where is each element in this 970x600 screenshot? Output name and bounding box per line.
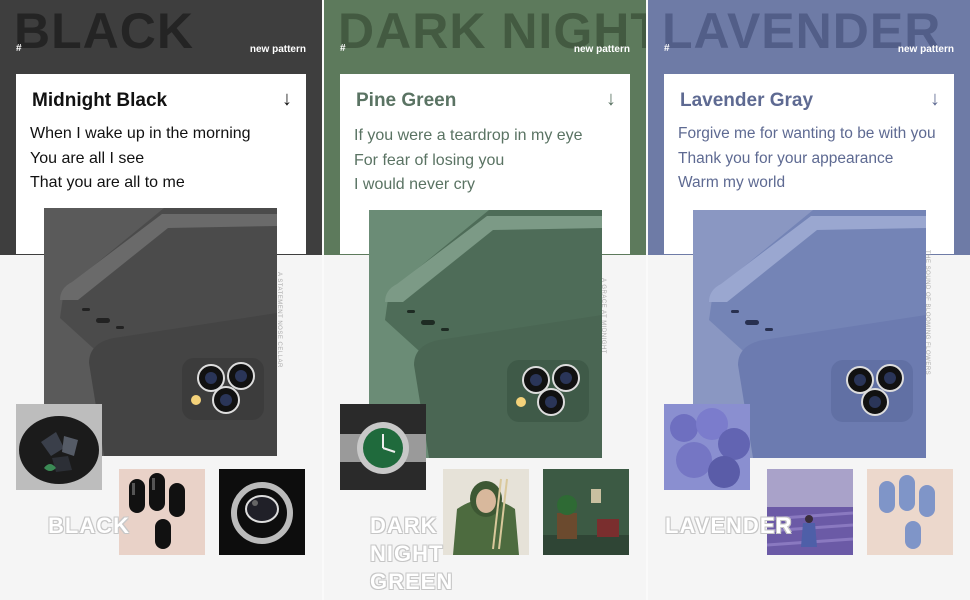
ring-image [219, 469, 305, 555]
color-word: BLACK [48, 512, 130, 540]
thumb-green-watch [340, 404, 426, 490]
color-title: Lavender Gray [680, 90, 814, 111]
new-pattern-label: new pattern [573, 44, 630, 55]
lyrics: When I wake up in the morning You are al… [30, 122, 251, 196]
lyric-line: Warm my world [678, 174, 786, 191]
nails-image [119, 469, 205, 555]
panel-midnight-black: BLACK # new pattern Midnight Black ↓ Whe… [0, 0, 322, 600]
new-pattern-label: new pattern [897, 44, 954, 55]
room-image [543, 469, 629, 555]
color-word: DARK NIGHT GREEN [370, 512, 453, 596]
new-pattern-label: new pattern [249, 44, 306, 55]
lyric-line: If you were a teardrop in my eye [354, 127, 583, 144]
hoodie-image [443, 469, 529, 555]
thumb-black-nails [119, 469, 205, 555]
down-arrow-icon: ↓ [606, 88, 616, 110]
thumb-black-crystals [16, 404, 102, 490]
thumb-green-room [543, 469, 629, 555]
thumb-green-hoodie [443, 469, 529, 555]
hash-mark: # [340, 43, 346, 54]
lyrics: If you were a teardrop in my eye For fea… [354, 124, 583, 198]
color-word: LAVENDER [665, 512, 792, 540]
color-word-line: LAVENDER [665, 513, 793, 538]
lyric-line: Forgive me for wanting to be with you [678, 125, 936, 142]
side-caption: A STATEMENT NOSE CELLAR [276, 272, 282, 368]
thumb-lavender-nails [867, 469, 953, 555]
color-word-line: NIGHT [370, 541, 444, 566]
side-caption: THE SOUND OF BLOOMING FLOWERS [924, 250, 930, 376]
panel-pine-green: DARK NIGHT # new pattern Pine Green ↓ If… [324, 0, 646, 600]
lyric-line: Thank you for your appearance [678, 149, 894, 167]
color-title: Pine Green [356, 90, 457, 111]
lyric-line: For fear of losing you [354, 151, 505, 169]
thumb-lavender-flowers [664, 404, 750, 490]
hash-mark: # [664, 43, 670, 54]
lyrics: Forgive me for wanting to be with you Th… [678, 122, 936, 196]
side-caption: A GRACE AT MIDNIGHT [600, 278, 606, 354]
color-word-line: DARK [370, 513, 438, 538]
color-word-line: BLACK [48, 513, 130, 538]
lavender-nails-image [867, 469, 953, 555]
down-arrow-icon: ↓ [282, 88, 292, 110]
lyric-line: I would never cry [354, 176, 475, 193]
color-word-line: GREEN [370, 569, 454, 594]
lyric-line: You are all I see [30, 149, 145, 167]
watch-image [340, 404, 426, 490]
hash-mark: # [16, 43, 22, 54]
lavender-flowers-image [664, 404, 750, 490]
background-word: BLACK [14, 3, 194, 59]
lyric-line: That you are all to me [30, 174, 185, 191]
crystals-image [16, 404, 102, 490]
panel-lavender-gray: LAVENDER # new pattern Lavender Gray ↓ F… [648, 0, 970, 600]
down-arrow-icon: ↓ [930, 88, 940, 110]
color-title: Midnight Black [32, 90, 168, 111]
thumb-black-ring [219, 469, 305, 555]
lyric-line: When I wake up in the morning [30, 125, 251, 142]
